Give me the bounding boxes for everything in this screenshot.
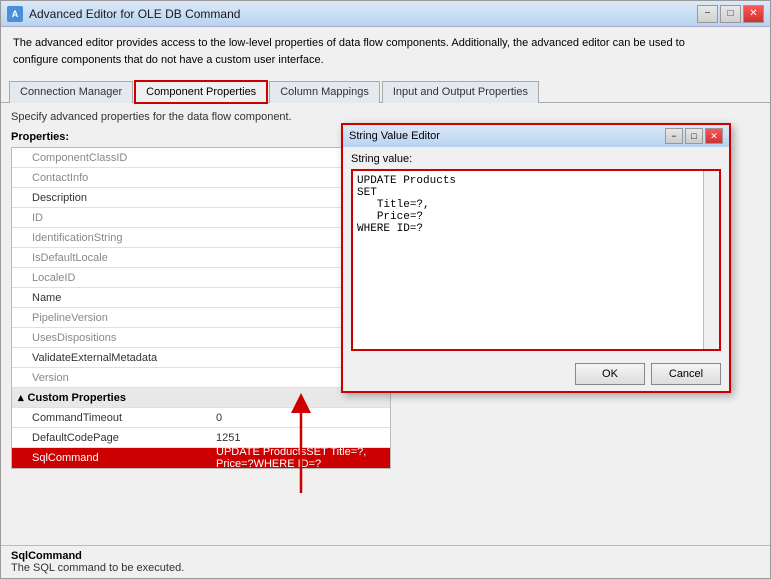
dialog-scrollbar[interactable]: [703, 171, 719, 349]
string-value-textarea[interactable]: UPDATE Products SET Title=?, Price=? WHE…: [353, 171, 719, 349]
main-content: Specify advanced properties for the data…: [1, 103, 770, 545]
dialog-string-value-label: String value:: [351, 153, 721, 165]
app-icon: A: [7, 6, 23, 22]
dialog-footer: OK Cancel: [343, 357, 729, 391]
collapse-icon: ▴: [18, 391, 24, 404]
table-row[interactable]: PipelineVersion: [12, 308, 390, 328]
dialog-title-controls: − □ ✕: [665, 128, 723, 144]
description-line1: The advanced editor provides access to t…: [13, 37, 685, 49]
properties-table: ComponentClassID ContactInfo Description…: [11, 147, 391, 469]
ok-button[interactable]: OK: [575, 363, 645, 385]
table-row[interactable]: Description: [12, 188, 390, 208]
description-area: The advanced editor provides access to t…: [1, 27, 770, 76]
tab-column-mappings[interactable]: Column Mappings: [269, 81, 380, 103]
status-property-name: SqlCommand: [11, 550, 760, 562]
table-row[interactable]: Version: [12, 368, 390, 388]
table-row[interactable]: LocaleID: [12, 268, 390, 288]
tab-connection-manager[interactable]: Connection Manager: [9, 81, 133, 103]
cancel-button[interactable]: Cancel: [651, 363, 721, 385]
maximize-button[interactable]: □: [720, 5, 741, 23]
dialog-maximize-button[interactable]: □: [685, 128, 703, 144]
title-controls: − □ ✕: [697, 5, 764, 23]
dialog-title: String Value Editor: [349, 130, 440, 142]
dialog-close-button[interactable]: ✕: [705, 128, 723, 144]
close-button[interactable]: ✕: [743, 5, 764, 23]
table-row[interactable]: IdentificationString: [12, 228, 390, 248]
table-row[interactable]: DefaultCodePage 1251: [12, 428, 390, 448]
tab-component-properties[interactable]: Component Properties: [135, 81, 267, 103]
table-row[interactable]: ID: [12, 208, 390, 228]
subtitle: Specify advanced properties for the data…: [11, 111, 760, 123]
description-line2: configure components that do not have a …: [13, 54, 324, 66]
dialog-minimize-button[interactable]: −: [665, 128, 683, 144]
table-row[interactable]: IsDefaultLocale: [12, 248, 390, 268]
window-title: Advanced Editor for OLE DB Command: [29, 7, 240, 21]
status-bar: SqlCommand The SQL command to be execute…: [1, 545, 770, 578]
status-description: The SQL command to be executed.: [11, 562, 760, 574]
table-row-section: ▴ Custom Properties: [12, 388, 390, 408]
dialog-title-bar: String Value Editor − □ ✕: [343, 125, 729, 147]
main-window: A Advanced Editor for OLE DB Command − □…: [0, 0, 771, 579]
title-bar: A Advanced Editor for OLE DB Command − □…: [1, 1, 770, 27]
tab-input-output-properties[interactable]: Input and Output Properties: [382, 81, 539, 103]
table-row[interactable]: ComponentClassID: [12, 148, 390, 168]
minimize-button[interactable]: −: [697, 5, 718, 23]
string-value-editor-dialog: String Value Editor − □ ✕ String value: …: [341, 123, 731, 393]
tabs-container: Connection Manager Component Properties …: [1, 76, 770, 103]
table-row[interactable]: UsesDispositions: [12, 328, 390, 348]
dialog-textarea-wrapper: UPDATE Products SET Title=?, Price=? WHE…: [351, 169, 721, 351]
table-row-sqlcommand[interactable]: SqlCommand UPDATE ProductsSET Title=?, P…: [12, 448, 390, 468]
title-bar-left: A Advanced Editor for OLE DB Command: [7, 6, 240, 22]
table-row[interactable]: CommandTimeout 0: [12, 408, 390, 428]
table-row[interactable]: ContactInfo: [12, 168, 390, 188]
table-row[interactable]: Name: [12, 288, 390, 308]
table-row[interactable]: ValidateExternalMetadata: [12, 348, 390, 368]
dialog-body: String value: UPDATE Products SET Title=…: [343, 147, 729, 357]
